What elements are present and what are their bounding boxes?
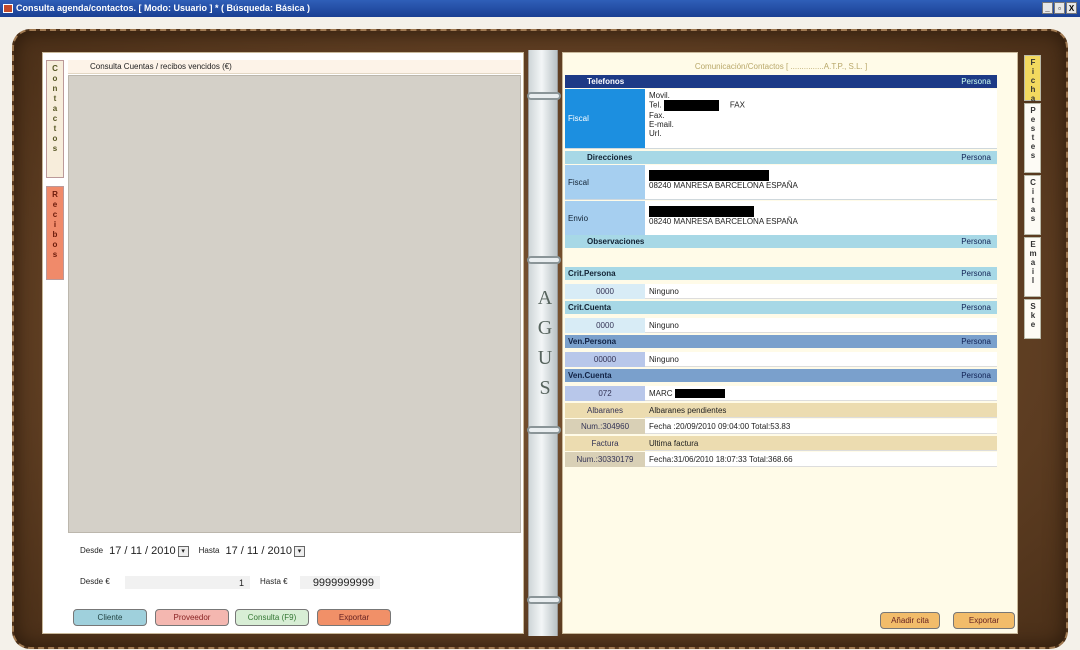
desde-eur-label: Desde €: [80, 577, 110, 586]
tab-ske[interactable]: Ske: [1024, 299, 1041, 339]
cliente-button[interactable]: Cliente: [73, 609, 147, 626]
date-filter-row: Desde 17 / 11 / 2010 ▾ Hasta 17 / 11 / 2…: [80, 544, 305, 558]
hasta-date-input[interactable]: 17 / 11 / 2010: [226, 544, 292, 558]
binder-ring: [527, 92, 561, 100]
telefonos-row: Fiscal Movil. Tel. FAX Fax. E-mail. Url.: [565, 89, 997, 149]
desde-date-input[interactable]: 17 / 11 / 2010: [109, 544, 175, 558]
telefonos-persona-link[interactable]: Persona: [961, 75, 991, 88]
crit-persona-row[interactable]: 0000 Ninguno: [565, 284, 997, 299]
left-page-title: Consulta Cuentas / recibos vencidos (€): [68, 60, 521, 74]
spine-letter: A: [537, 287, 553, 309]
direccion-fiscal-label: Fiscal: [565, 165, 645, 199]
exportar-left-button[interactable]: Exportar: [317, 609, 391, 626]
direcciones-header: Direcciones Persona: [565, 151, 997, 164]
window-controls: _ ▫ X: [1042, 2, 1077, 14]
hasta-eur-label: Hasta €: [260, 577, 288, 586]
hasta-eur-input[interactable]: 9999999999: [300, 575, 380, 589]
direccion-fiscal-row[interactable]: Fiscal 08240 MANRESA BARCELONA ESPAÑA: [565, 165, 997, 200]
ven-cuenta-row[interactable]: 072 MARC: [565, 386, 997, 401]
redacted-block: [674, 389, 725, 399]
factura-header: Factura Ultima factura: [565, 436, 997, 451]
proveedor-button[interactable]: Proveedor: [155, 609, 229, 626]
spine-letter: S: [539, 377, 551, 399]
tab-contactos[interactable]: Contactos: [46, 60, 64, 178]
observaciones-header: Observaciones Persona: [565, 235, 997, 248]
ven-cuenta-header: Ven.Cuenta Persona: [565, 369, 997, 382]
tab-recibos[interactable]: Recibos: [46, 186, 64, 280]
ven-persona-header: Ven.Persona Persona: [565, 335, 997, 348]
app-icon: [3, 4, 13, 13]
telefonos-fiscal-label: Fiscal: [565, 89, 645, 148]
albaran-row[interactable]: Num.:304960 Fecha :20/09/2010 09:04:00 T…: [565, 419, 997, 434]
consulta-button[interactable]: Consulta (F9): [235, 609, 309, 626]
anadir-cita-button[interactable]: Añadir cita: [880, 612, 940, 629]
minimize-button[interactable]: _: [1042, 2, 1053, 14]
tab-email[interactable]: Email: [1024, 237, 1041, 297]
redacted-block: [649, 170, 769, 181]
crit-cuenta-link[interactable]: Persona: [961, 301, 991, 314]
ven-persona-link[interactable]: Persona: [961, 335, 991, 348]
direccion-envio-row[interactable]: Envio 08240 MANRESA BARCELONA ESPAÑA: [565, 201, 997, 236]
albaranes-header: Albaranes Albaranes pendientes: [565, 403, 997, 418]
crit-persona-header: Crit.Persona Persona: [565, 267, 997, 280]
desde-label: Desde: [80, 546, 104, 555]
factura-row[interactable]: Num.:30330179 Fecha:31/06/2010 18:07:33 …: [565, 452, 997, 467]
binder-spine: A G U S: [527, 50, 561, 636]
results-area[interactable]: [68, 75, 521, 533]
crit-persona-link[interactable]: Persona: [961, 267, 991, 280]
telefonos-header: Telefonos Persona: [565, 75, 997, 88]
crit-cuenta-header: Crit.Cuenta Persona: [565, 301, 997, 314]
tab-pestes[interactable]: Pestes: [1024, 103, 1041, 173]
crit-cuenta-row[interactable]: 0000 Ninguno: [565, 318, 997, 333]
tab-citas[interactable]: Citas: [1024, 175, 1041, 235]
spine-letter: U: [537, 347, 553, 369]
observaciones-persona-link[interactable]: Persona: [961, 235, 991, 248]
telefonos-values: Movil. Tel. FAX Fax. E-mail. Url.: [649, 91, 745, 138]
desde-date-dropdown-icon[interactable]: ▾: [177, 545, 189, 557]
redacted-block: [649, 206, 754, 217]
right-page-title: Comunicación/Contactos [ ...............…: [694, 62, 868, 71]
direcciones-persona-link[interactable]: Persona: [961, 151, 991, 164]
binder-ring: [527, 256, 561, 264]
window-titlebar: Consulta agenda/contactos. [ Modo: Usuar…: [0, 0, 1080, 17]
exportar-right-button[interactable]: Exportar: [953, 612, 1015, 629]
direccion-envio-label: Envio: [565, 201, 645, 235]
close-button[interactable]: X: [1066, 2, 1077, 14]
amount-filter-row: Desde € 1 Hasta € 9999999999: [80, 575, 380, 589]
maximize-button[interactable]: ▫: [1054, 2, 1065, 14]
ven-persona-row[interactable]: 00000 Ninguno: [565, 352, 997, 367]
binder-ring: [527, 426, 561, 434]
ven-cuenta-link[interactable]: Persona: [961, 369, 991, 382]
direccion-envio-value: 08240 MANRESA BARCELONA ESPAÑA: [649, 217, 798, 226]
hasta-label: Hasta: [198, 546, 220, 555]
redacted-block: [663, 100, 719, 111]
tab-ficha[interactable]: Ficha: [1024, 55, 1041, 103]
window-title: Consulta agenda/contactos. [ Modo: Usuar…: [16, 3, 311, 13]
direccion-fiscal-value: 08240 MANRESA BARCELONA ESPAÑA: [649, 181, 798, 190]
binder-ring: [527, 596, 561, 604]
hasta-date-dropdown-icon[interactable]: ▾: [293, 545, 305, 557]
spine-letter: G: [537, 317, 553, 339]
desde-eur-input[interactable]: 1: [125, 575, 250, 589]
right-tabs: Ficha Pestes Citas Email Ske: [1024, 55, 1042, 341]
left-tabs: Contactos Recibos: [46, 60, 66, 280]
